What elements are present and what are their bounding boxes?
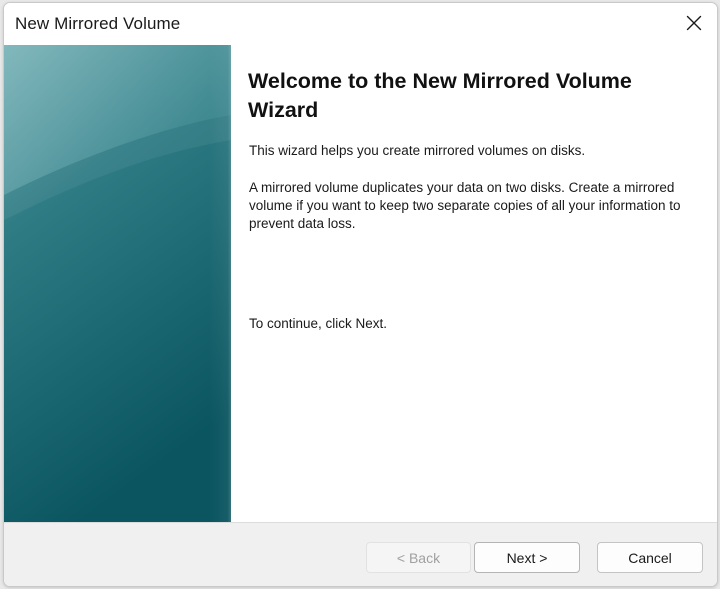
description-text: A mirrored volume duplicates your data o… — [249, 180, 681, 231]
back-button[interactable]: < Back — [366, 542, 471, 573]
wizard-banner-image — [4, 45, 231, 522]
title-bar[interactable]: New Mirrored Volume — [4, 3, 717, 45]
cancel-button[interactable]: Cancel — [597, 542, 703, 573]
next-button[interactable]: Next > — [474, 542, 580, 573]
wizard-heading: Welcome to the New Mirrored Volume Wizar… — [248, 69, 632, 122]
button-bar: < Back Next > Cancel — [4, 522, 717, 586]
window-title: New Mirrored Volume — [15, 14, 181, 33]
close-button[interactable] — [671, 3, 717, 43]
wizard-content: Welcome to the New Mirrored Volume Wizar… — [231, 45, 717, 522]
continue-text: To continue, click Next. — [249, 316, 388, 331]
intro-text: This wizard helps you create mirrored vo… — [249, 143, 586, 158]
wizard-window: New Mirrored Volume Welcome to the New M… — [3, 2, 718, 587]
close-icon — [686, 15, 702, 31]
